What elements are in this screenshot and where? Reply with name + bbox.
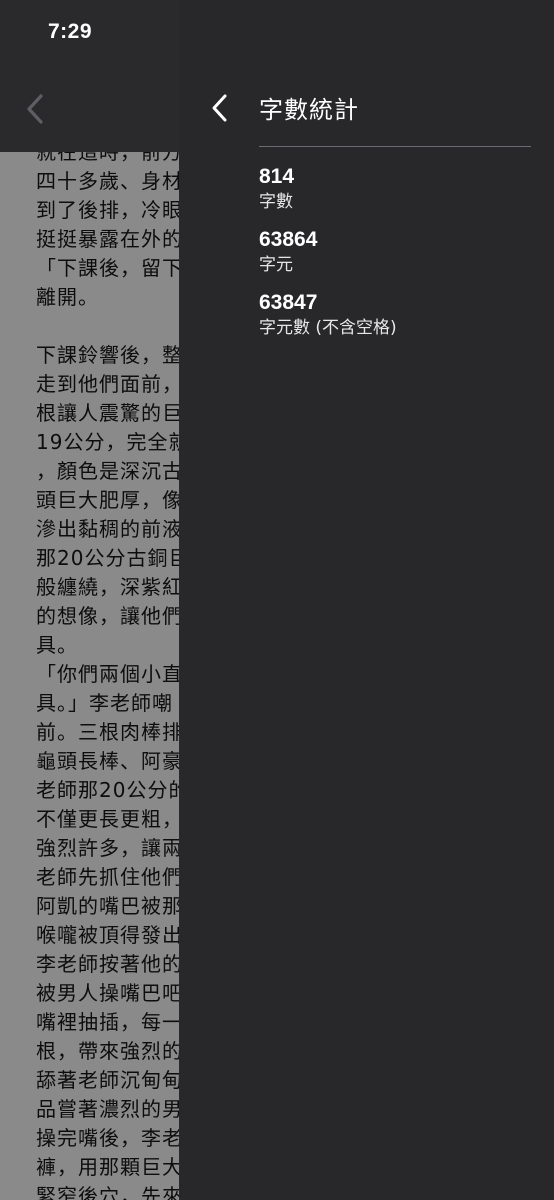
- document-line: 李老師按著他的: [36, 952, 183, 976]
- document-line: 「你們兩個小直: [36, 662, 183, 686]
- stat-value: 63847: [259, 291, 318, 314]
- stat-label: 字元數 (不含空格): [259, 318, 397, 338]
- panel-title: 字數統計: [259, 96, 359, 124]
- document-line: 舔著老師沉甸甸: [36, 1068, 183, 1092]
- document-line: 離開。: [36, 285, 99, 309]
- document-line: 具。: [36, 633, 78, 657]
- stat-characters: 63864 字元: [259, 227, 519, 277]
- document-line: 走到他們面前，: [36, 372, 183, 396]
- document-line: 根讓人震驚的巨: [36, 401, 183, 425]
- back-chevron-icon[interactable]: [206, 92, 234, 124]
- document-line: 龜頭長棒、阿豪: [36, 749, 183, 773]
- document-line: 阿凱的嘴巴被那: [36, 894, 183, 918]
- document-line: 不僅更長更粗，: [36, 807, 183, 831]
- document-line: 喉嚨被頂得發出: [36, 923, 183, 947]
- document-line: 19公分，完全就: [36, 430, 190, 454]
- status-time: 7:29: [48, 20, 93, 43]
- document-line: 緊窄後穴，先來: [36, 1184, 183, 1200]
- document-line: 滲出黏稠的前液: [36, 517, 183, 541]
- screen: 就在這時，前方四十多歲、身材 到了後排，冷眼 挺挺暴露在外的 「下課後，留下 離開。下課…: [0, 0, 554, 1200]
- document-line: 四十多歲、身材: [36, 169, 183, 193]
- document-line: 強烈許多，讓兩: [36, 836, 183, 860]
- document-line: ，顏色是深沉古: [36, 459, 183, 483]
- document-line: 嘴裡抽插，每一: [36, 1010, 183, 1034]
- stat-value: 814: [259, 165, 295, 188]
- document-text: 就在這時，前方四十多歲、身材 到了後排，冷眼 挺挺暴露在外的 「下課後，留下 離開。下課…: [36, 152, 189, 1200]
- document-line: 品嘗著濃烈的男: [36, 1097, 183, 1121]
- word-count-panel: 字數統計 814 字數 63864 字元 63847 字元數 (不含空格): [179, 0, 554, 1200]
- stat-label: 字元: [259, 255, 293, 275]
- document-line: 頭巨大肥厚，像: [36, 488, 183, 512]
- document-line: 下課鈴響後，整: [36, 343, 183, 367]
- stat-words: 814 字數: [259, 164, 519, 214]
- document-line: 老師那20公分的: [36, 778, 190, 802]
- stat-characters-no-spaces: 63847 字元數 (不含空格): [259, 290, 519, 340]
- document-line: 操完嘴後，李老: [36, 1126, 183, 1150]
- document-line: 褲，用那顆巨大: [36, 1155, 183, 1179]
- document-line: [36, 312, 189, 341]
- document-line: 具。」李老師嘲: [36, 691, 173, 715]
- stat-label: 字數: [259, 192, 293, 212]
- document-line: 那20公分古銅巨: [36, 546, 190, 570]
- document-line: 的想像，讓他們: [36, 604, 183, 628]
- document-line: 「下課後，留下: [36, 256, 183, 280]
- document-line: 根，帶來強烈的: [36, 1039, 183, 1063]
- document-line: 被男人操嘴巴吧: [36, 981, 183, 1005]
- document-line: 到了後排，冷眼: [36, 198, 183, 222]
- document-line: 就在這時，前方: [36, 152, 183, 164]
- document-line: 老師先抓住他們: [36, 865, 183, 889]
- document-line: 前。三根肉棒排: [36, 720, 183, 744]
- stat-value: 63864: [259, 228, 318, 251]
- document-back-chevron-icon[interactable]: [20, 92, 50, 126]
- document-line: 挺挺暴露在外的: [36, 227, 183, 251]
- document-line: 般纏繞，深紫紅: [36, 575, 183, 599]
- divider: [259, 146, 531, 147]
